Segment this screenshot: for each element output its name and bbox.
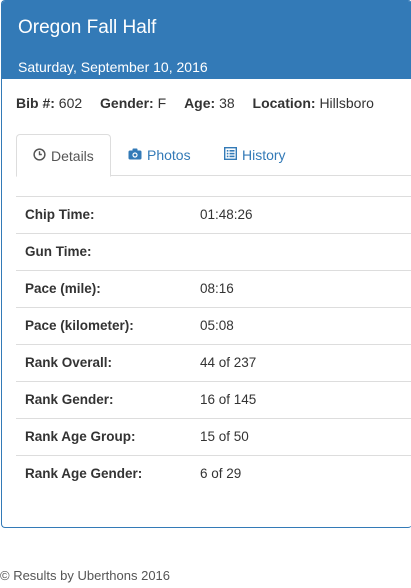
- race-date: Saturday, September 10, 2016: [18, 59, 208, 75]
- tab-history-label: History: [242, 147, 286, 163]
- bib-value: 602: [58, 95, 83, 111]
- location-value: Hillsboro: [319, 95, 374, 111]
- row-value: 44 of 237: [200, 355, 257, 370]
- runner-summary: Bib #: 602 Gender: F Age: 38 Location: H…: [16, 95, 374, 111]
- tab-bar: Details Photos History: [16, 134, 411, 177]
- table-row: Rank Overall: 44 of 237: [16, 345, 411, 382]
- bib-label: Bib #:: [16, 95, 55, 111]
- tab-details[interactable]: Details: [16, 134, 111, 177]
- race-title: Oregon Fall Half: [18, 17, 157, 38]
- row-value: 15 of 50: [200, 429, 249, 444]
- bib-info: Bib #: 602: [16, 95, 82, 111]
- race-header: Oregon Fall Half Saturday, September 10,…: [2, 1, 411, 79]
- table-row: Rank Age Group: 15 of 50: [16, 419, 411, 456]
- tab-details-label: Details: [51, 148, 94, 164]
- location-label: Location:: [252, 95, 316, 111]
- row-label: Rank Overall:: [25, 355, 113, 370]
- location-info: Location: Hillsboro: [253, 95, 374, 111]
- clock-icon: [33, 135, 46, 177]
- tab-photos-label: Photos: [147, 147, 191, 163]
- table-row: Rank Gender: 16 of 145: [16, 382, 411, 419]
- gender-value: F: [157, 95, 167, 111]
- results-table: Chip Time: 01:48:26 Gun Time: Pace (mile…: [16, 196, 411, 493]
- table-row: Chip Time: 01:48:26: [16, 197, 411, 234]
- gender-info: Gender: F: [100, 95, 166, 111]
- row-label: Gun Time:: [25, 244, 92, 259]
- table-row: Pace (mile): 08:16: [16, 271, 411, 308]
- age-info: Age: 38: [184, 95, 235, 111]
- row-label: Chip Time:: [25, 207, 95, 222]
- table-row: Pace (kilometer): 05:08: [16, 308, 411, 345]
- row-label: Rank Gender:: [25, 392, 114, 407]
- table-row: Gun Time:: [16, 234, 411, 271]
- table-row: Rank Age Gender: 6 of 29: [16, 456, 411, 493]
- row-label: Pace (kilometer):: [25, 318, 134, 333]
- tab-photos[interactable]: Photos: [112, 134, 207, 176]
- row-label: Rank Age Gender:: [25, 466, 143, 481]
- row-value: 05:08: [200, 318, 234, 333]
- camera-icon: [128, 134, 142, 176]
- footer-copyright: © Results by Uberthons 2016: [0, 568, 171, 583]
- row-value: 6 of 29: [200, 466, 242, 481]
- row-value: 08:16: [200, 281, 234, 296]
- age-label: Age:: [184, 95, 216, 111]
- row-value: 16 of 145: [200, 392, 257, 407]
- age-value: 38: [219, 95, 235, 111]
- row-label: Pace (mile):: [25, 281, 101, 296]
- row-value: 01:48:26: [200, 207, 253, 222]
- tab-history[interactable]: History: [208, 134, 302, 176]
- row-label: Rank Age Group:: [25, 429, 136, 444]
- gender-label: Gender:: [100, 95, 154, 111]
- list-icon: [223, 134, 238, 176]
